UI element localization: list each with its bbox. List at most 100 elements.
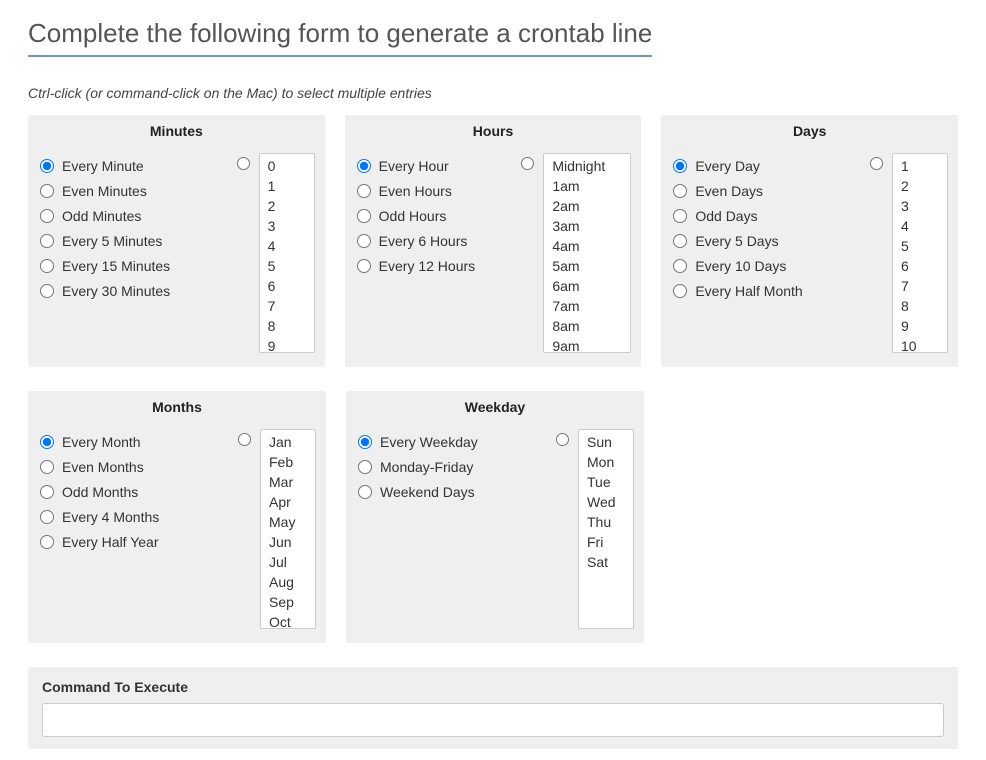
list-item[interactable]: 3am xyxy=(546,216,628,236)
days-option-label: Even Days xyxy=(695,183,763,199)
days-radio-group: Every Day Even Days Odd Days Every 5 Day… xyxy=(673,153,857,303)
months-option-every-4[interactable]: Every 4 Months xyxy=(40,504,225,529)
minutes-option-odd-minutes[interactable]: Odd Minutes xyxy=(40,203,224,228)
list-item[interactable]: Thu xyxy=(581,512,631,532)
weekday-option-weekend[interactable]: Weekend Days xyxy=(358,479,543,504)
minutes-option-even-minutes[interactable]: Even Minutes xyxy=(40,178,224,203)
list-item[interactable]: 6 xyxy=(895,256,945,276)
minutes-option-every-5[interactable]: Every 5 Minutes xyxy=(40,228,224,253)
list-item[interactable]: 5 xyxy=(262,256,312,276)
hours-option-even-hours[interactable]: Even Hours xyxy=(357,178,509,203)
days-select[interactable]: 12345678910 xyxy=(892,153,948,353)
list-item[interactable]: 4 xyxy=(262,236,312,256)
months-option-every-month[interactable]: Every Month xyxy=(40,429,225,454)
hours-option-odd-hours[interactable]: Odd Hours xyxy=(357,203,509,228)
list-item[interactable]: 2am xyxy=(546,196,628,216)
months-option-custom[interactable] xyxy=(238,433,251,446)
list-item[interactable]: Feb xyxy=(263,452,313,472)
list-item[interactable]: 5am xyxy=(546,256,628,276)
days-option-custom[interactable] xyxy=(870,157,883,170)
list-item[interactable]: 9 xyxy=(262,336,312,353)
list-item[interactable]: 4am xyxy=(546,236,628,256)
list-item[interactable]: 10 xyxy=(895,336,945,353)
weekday-select[interactable]: SunMonTueWedThuFriSat xyxy=(578,429,634,629)
days-option-every-10[interactable]: Every 10 Days xyxy=(673,253,857,278)
list-item[interactable]: 9 xyxy=(895,316,945,336)
months-option-label: Every Half Year xyxy=(62,534,159,550)
list-item[interactable]: 4 xyxy=(895,216,945,236)
hours-option-label: Every 12 Hours xyxy=(379,258,475,274)
command-input[interactable] xyxy=(42,703,944,737)
list-item[interactable]: 1 xyxy=(895,156,945,176)
hours-select[interactable]: Midnight1am2am3am4am5am6am7am8am9am xyxy=(543,153,631,353)
list-item[interactable]: 6am xyxy=(546,276,628,296)
minutes-select[interactable]: 0123456789 xyxy=(259,153,315,353)
list-item[interactable]: 3 xyxy=(262,216,312,236)
days-option-label: Every 10 Days xyxy=(695,258,786,274)
list-item[interactable]: Jan xyxy=(263,432,313,452)
list-item[interactable]: 7 xyxy=(262,296,312,316)
list-item[interactable]: 8 xyxy=(262,316,312,336)
list-item[interactable]: Fri xyxy=(581,532,631,552)
months-radio-group: Every Month Even Months Odd Months Every… xyxy=(40,429,225,554)
months-option-label: Every 4 Months xyxy=(62,509,159,525)
minutes-option-label: Every Minute xyxy=(62,158,144,174)
months-option-odd-months[interactable]: Odd Months xyxy=(40,479,225,504)
minutes-option-every-15[interactable]: Every 15 Minutes xyxy=(40,253,224,278)
list-item[interactable]: Aug xyxy=(263,572,313,592)
hours-option-every-hour[interactable]: Every Hour xyxy=(357,153,509,178)
section-days-title: Days xyxy=(661,115,958,147)
list-item[interactable]: 9am xyxy=(546,336,628,353)
weekday-option-label: Monday-Friday xyxy=(380,459,473,475)
hours-option-custom[interactable] xyxy=(521,157,534,170)
list-item[interactable]: 2 xyxy=(262,196,312,216)
row-1: Minutes Every Minute Even Minutes Odd Mi… xyxy=(28,115,958,367)
list-item[interactable]: 5 xyxy=(895,236,945,256)
list-item[interactable]: Midnight xyxy=(546,156,628,176)
days-option-odd-days[interactable]: Odd Days xyxy=(673,203,857,228)
section-months-title: Months xyxy=(28,391,326,423)
list-item[interactable]: 6 xyxy=(262,276,312,296)
weekday-option-every[interactable]: Every Weekday xyxy=(358,429,543,454)
days-option-even-days[interactable]: Even Days xyxy=(673,178,857,203)
list-item[interactable]: 2 xyxy=(895,176,945,196)
minutes-radio-group: Every Minute Even Minutes Odd Minutes Ev… xyxy=(40,153,224,303)
list-item[interactable]: Sun xyxy=(581,432,631,452)
list-item[interactable]: 8am xyxy=(546,316,628,336)
list-item[interactable]: Sep xyxy=(263,592,313,612)
hours-option-every-6[interactable]: Every 6 Hours xyxy=(357,228,509,253)
section-hours-title: Hours xyxy=(345,115,642,147)
minutes-option-every-30[interactable]: Every 30 Minutes xyxy=(40,278,224,303)
list-item[interactable]: May xyxy=(263,512,313,532)
weekday-option-mon-fri[interactable]: Monday-Friday xyxy=(358,454,543,479)
days-option-every-day[interactable]: Every Day xyxy=(673,153,857,178)
weekday-option-custom[interactable] xyxy=(556,433,569,446)
hours-option-every-12[interactable]: Every 12 Hours xyxy=(357,253,509,278)
months-option-half-year[interactable]: Every Half Year xyxy=(40,529,225,554)
list-item[interactable]: 1am xyxy=(546,176,628,196)
days-option-every-5[interactable]: Every 5 Days xyxy=(673,228,857,253)
list-item[interactable]: Mar xyxy=(263,472,313,492)
list-item[interactable]: 7 xyxy=(895,276,945,296)
minutes-option-custom[interactable] xyxy=(237,157,250,170)
command-label: Command To Execute xyxy=(42,679,944,695)
months-option-even-months[interactable]: Even Months xyxy=(40,454,225,479)
list-item[interactable]: Wed xyxy=(581,492,631,512)
section-days: Days Every Day Even Days Odd Days Every … xyxy=(661,115,958,367)
list-item[interactable]: Apr xyxy=(263,492,313,512)
list-item[interactable]: 8 xyxy=(895,296,945,316)
months-select[interactable]: JanFebMarAprMayJunJulAugSepOct xyxy=(260,429,316,629)
list-item[interactable]: Sat xyxy=(581,552,631,572)
list-item[interactable]: 0 xyxy=(262,156,312,176)
list-item[interactable]: Jun xyxy=(263,532,313,552)
list-item[interactable]: 7am xyxy=(546,296,628,316)
list-item[interactable]: Jul xyxy=(263,552,313,572)
list-item[interactable]: Mon xyxy=(581,452,631,472)
minutes-option-every-minute[interactable]: Every Minute xyxy=(40,153,224,178)
list-item[interactable]: Tue xyxy=(581,472,631,492)
list-item[interactable]: 1 xyxy=(262,176,312,196)
list-item[interactable]: Oct xyxy=(263,612,313,629)
list-item[interactable]: 3 xyxy=(895,196,945,216)
days-option-half-month[interactable]: Every Half Month xyxy=(673,278,857,303)
minutes-option-label: Even Minutes xyxy=(62,183,147,199)
